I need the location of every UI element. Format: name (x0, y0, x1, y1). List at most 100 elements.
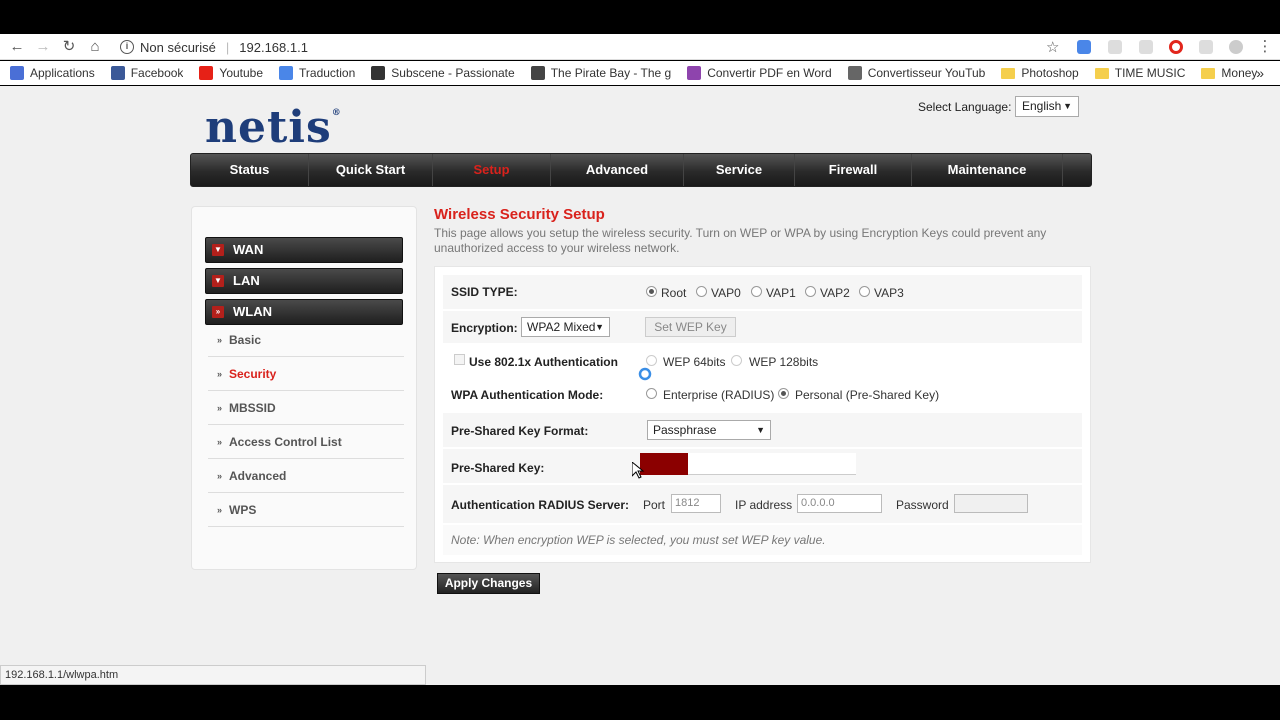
sidebar-section-wlan[interactable]: » WLAN (205, 299, 403, 325)
apply-changes-button[interactable]: Apply Changes (437, 573, 540, 594)
ssid-vap2-radio[interactable] (805, 286, 816, 297)
bullet-icon: » (217, 471, 223, 481)
nav-tab-advanced[interactable]: Advanced (551, 154, 684, 186)
language-select[interactable]: English ▼ (1015, 96, 1079, 117)
ssid-vap0-radio[interactable] (696, 286, 707, 297)
top-black-bar (0, 0, 1280, 34)
wep-128bits-radio[interactable] (731, 355, 742, 366)
folder-icon (1201, 67, 1216, 79)
wep-64bits-radio[interactable] (646, 355, 657, 366)
bookmark-label: Photoshop (1021, 66, 1079, 80)
ssid-root-radio[interactable] (646, 286, 657, 297)
netis-logo: netis® (205, 102, 342, 153)
address-separator: | (225, 39, 230, 55)
bookmark-label: The Pirate Bay - The g (550, 66, 672, 80)
encryption-select[interactable]: WPA2 Mixed ▼ (521, 317, 610, 337)
psk-format-select[interactable]: Passphrase ▼ (647, 420, 771, 440)
reload-icon[interactable]: ↻ (60, 38, 78, 56)
extension-icon[interactable] (1229, 40, 1243, 54)
radius-label: Authentication RADIUS Server: (451, 498, 630, 512)
wep-note: Note: When encryption WEP is selected, y… (451, 533, 826, 547)
forward-arrow-icon[interactable]: → (34, 38, 52, 56)
bookmark-item[interactable]: Photoshop (1001, 66, 1079, 80)
nav-tab-setup[interactable]: Setup (433, 154, 551, 186)
opera-icon[interactable] (1169, 40, 1183, 54)
bookmark-item[interactable]: Convertir PDF en Word (687, 66, 832, 80)
more-bookmarks-icon[interactable]: » (1256, 65, 1264, 81)
use-8021x-label: Use 802.1x Authentication (469, 355, 618, 369)
extension-icon[interactable] (1108, 40, 1122, 54)
youtube-icon (199, 66, 214, 80)
dropdown-arrow-icon: ▼ (756, 425, 765, 435)
radius-ip-input[interactable]: 0.0.0.0 (797, 494, 882, 513)
ssid-vap0-label: VAP0 (711, 286, 741, 300)
bookmark-item[interactable]: Subscene - Passionate (371, 66, 515, 80)
bookmark-item[interactable]: TIME MUSIC (1094, 66, 1185, 80)
chevron-down-icon: ▼ (212, 244, 224, 256)
sidebar-item-mbssid[interactable]: » MBSSID (208, 391, 404, 425)
nav-tab-maintenance[interactable]: Maintenance (912, 154, 1063, 186)
home-icon[interactable]: ⌂ (86, 38, 104, 56)
translate-extension-icon[interactable] (1077, 40, 1091, 54)
bookmark-label: Subscene - Passionate (391, 66, 515, 80)
bookmark-item[interactable]: Traduction (279, 66, 355, 80)
folder-icon (1094, 67, 1109, 79)
wep-64bits-label: WEP 64bits (663, 355, 726, 369)
bookmark-star-icon[interactable]: ☆ (1046, 38, 1059, 56)
nav-tab-firewall[interactable]: Firewall (795, 154, 912, 186)
nav-tab-service[interactable]: Service (684, 154, 795, 186)
note-row: Note: When encryption WEP is selected, y… (443, 525, 1082, 555)
nav-tab-quick-start[interactable]: Quick Start (309, 154, 433, 186)
bookmark-item[interactable]: Facebook (110, 66, 183, 80)
bottom-black-bar (0, 686, 1280, 720)
ssid-vap2-label: VAP2 (820, 286, 850, 300)
radius-port-label: Port (643, 498, 666, 512)
wep-128bits-label: WEP 128bits (749, 355, 819, 369)
bookmark-item[interactable]: Convertisseur YouTub (847, 66, 985, 80)
security-label: Non sécurisé (140, 39, 216, 55)
bookmark-item[interactable]: Money (1201, 66, 1257, 80)
folder-icon (1001, 67, 1016, 79)
radius-password-input[interactable] (954, 494, 1028, 513)
sidebar-section-lan[interactable]: ▼ LAN (205, 268, 403, 294)
bookmark-item[interactable]: Applications (10, 66, 95, 80)
ssid-type-row: SSID TYPE: Root VAP0 VAP1 VAP2 VAP3 (443, 275, 1082, 309)
enterprise-radius-radio[interactable] (646, 388, 657, 399)
sidebar-item-access-control-list[interactable]: » Access Control List (208, 425, 404, 459)
radius-port-input[interactable]: 1812 (671, 494, 721, 513)
sidebar-item-advanced[interactable]: » Advanced (208, 459, 404, 493)
psk-format-label: Pre-Shared Key Format: (451, 424, 589, 438)
encryption-label: Encryption: (451, 321, 518, 335)
dropdown-arrow-icon: ▼ (595, 322, 604, 332)
bullet-icon: » (217, 403, 223, 413)
set-wep-key-button[interactable]: Set WEP Key (645, 317, 736, 337)
bookmark-item[interactable]: Youtube (199, 66, 263, 80)
nav-tab-status[interactable]: Status (191, 154, 309, 186)
extension-icon[interactable] (1139, 40, 1153, 54)
menu-dots-icon[interactable]: ⋮ (1256, 38, 1274, 56)
personal-psk-radio[interactable] (778, 388, 789, 399)
back-arrow-icon[interactable]: ← (8, 38, 26, 56)
sidebar-item-basic[interactable]: » Basic (208, 323, 404, 357)
convert-arrows-icon (847, 66, 862, 80)
bookmark-item[interactable]: The Pirate Bay - The g (530, 66, 672, 80)
facebook-icon (110, 66, 125, 80)
radius-ip-label: IP address (735, 498, 793, 512)
ssid-vap3-label: VAP3 (874, 286, 904, 300)
dropdown-arrow-icon: ▼ (1063, 101, 1072, 111)
sidebar-item-security[interactable]: » Security (208, 357, 404, 391)
radius-password-label: Password (896, 498, 949, 512)
sidebar-section-wan[interactable]: ▼ WAN (205, 237, 403, 263)
ssid-vap3-radio[interactable] (859, 286, 870, 297)
sidebar-item-wps[interactable]: » WPS (208, 493, 404, 527)
wpa-mode-label: WPA Authentication Mode: (451, 388, 604, 402)
psk-label: Pre-Shared Key: (451, 461, 545, 475)
extension-icon[interactable] (1199, 40, 1213, 54)
ssid-vap1-radio[interactable] (751, 286, 762, 297)
use-8021x-checkbox[interactable] (454, 354, 465, 365)
spinner-icon (638, 367, 652, 381)
page-description: This page allows you setup the wireless … (434, 226, 1047, 255)
main-navigation: Status Quick Start Setup Advanced Service Fir… (190, 153, 1092, 187)
status-url-bar: 192.168.1.1/wlwpa.htm (0, 665, 426, 685)
address-bar[interactable]: i Non sécurisé | 192.168.1.1 (114, 36, 1070, 58)
